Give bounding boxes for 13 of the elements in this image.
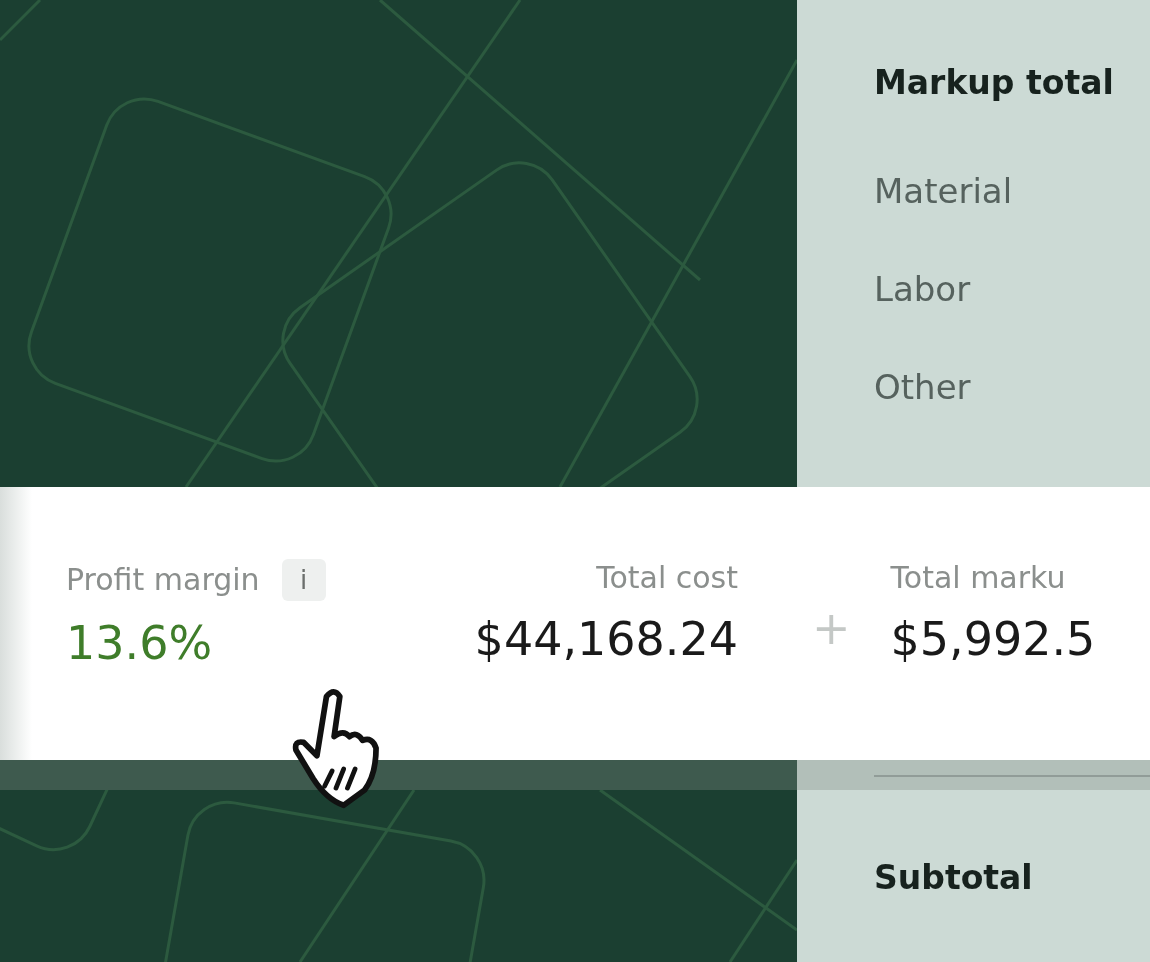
total-cost-label: Total cost <box>596 559 738 597</box>
markup-item: Material <box>874 170 1014 213</box>
total-markup-value: $5,992.5 <box>890 611 1096 667</box>
markup-item: Labor <box>874 268 972 311</box>
info-badge[interactable]: i <box>281 559 326 601</box>
profit-margin-label: Profit margin <box>66 561 260 599</box>
total-markup-label: Total marku <box>890 559 1067 597</box>
markup-item: Other <box>874 366 972 409</box>
subtotal-label: Subtotal <box>874 857 1034 899</box>
plus-sign: + <box>812 603 851 653</box>
panel-heading: Markup total <box>874 62 1115 104</box>
total-cost-value: $44,168.24 <box>474 611 738 667</box>
profit-margin-value: 13.6% <box>66 615 214 671</box>
